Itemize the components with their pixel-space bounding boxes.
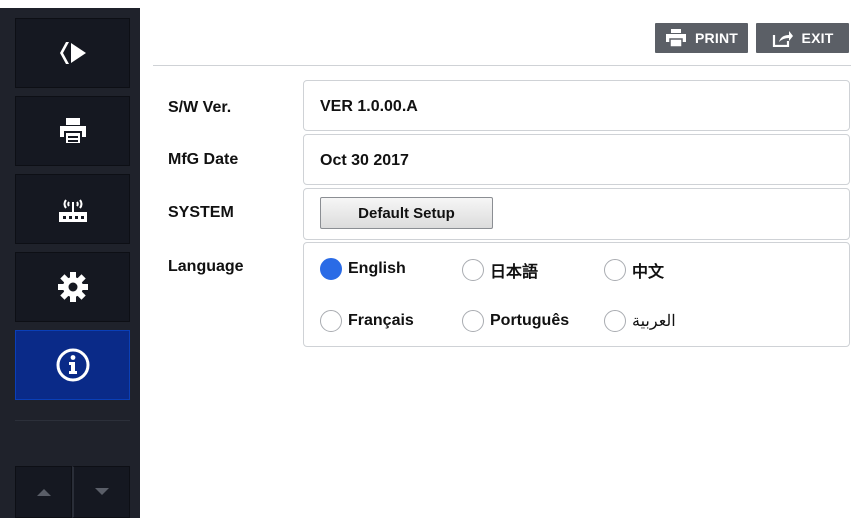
language-option-label: 日本語	[490, 264, 539, 281]
print-button[interactable]: PRINT	[655, 23, 748, 53]
default-setup-button[interactable]: Default Setup	[320, 197, 493, 229]
language-option-label: English	[348, 260, 406, 277]
logo-icon	[59, 42, 86, 64]
sidebar-item-network[interactable]	[15, 174, 130, 244]
scroll-up-button[interactable]	[15, 466, 72, 518]
gear-icon	[57, 272, 88, 302]
printer-icon	[59, 118, 86, 145]
top-frame	[0, 0, 853, 8]
printer-icon	[666, 29, 686, 47]
radio-icon	[462, 310, 484, 332]
language-option-label: 中文	[632, 264, 665, 281]
language-label: Language	[168, 258, 244, 275]
language-option-english[interactable]: English	[320, 258, 406, 280]
sw-version-label: S/W Ver.	[168, 99, 232, 116]
language-option-label: Français	[348, 312, 414, 329]
sidebar-item-print[interactable]	[15, 96, 130, 166]
sidebar-item-home[interactable]	[15, 18, 130, 88]
header-divider	[153, 65, 851, 66]
mfg-date-field: Oct 30 2017	[303, 134, 850, 185]
radio-selected-icon	[320, 258, 342, 280]
language-field: English 日本語 中文 Français Português العربي…	[303, 242, 850, 347]
sidebar-divider	[15, 420, 130, 421]
sw-version-field: VER 1.0.00.A	[303, 80, 850, 131]
language-option-portuguese[interactable]: Português	[462, 310, 569, 332]
radio-icon	[604, 259, 626, 281]
exit-button[interactable]: EXIT	[756, 23, 849, 53]
sidebar	[0, 8, 140, 518]
scroll-down-button[interactable]	[72, 466, 130, 518]
language-option-arabic[interactable]: العربية	[604, 310, 676, 332]
sidebar-item-settings[interactable]	[15, 252, 130, 322]
language-option-japanese[interactable]: 日本語	[462, 258, 538, 282]
system-field: Default Setup	[303, 188, 850, 240]
arrow-up-icon	[36, 489, 51, 496]
mfg-date-label: MfG Date	[168, 151, 239, 168]
radio-icon	[604, 310, 626, 332]
language-option-label: العربية	[632, 313, 676, 330]
sw-version-value: VER 1.0.00.A	[320, 98, 418, 115]
exit-icon	[772, 31, 793, 47]
language-option-french[interactable]: Français	[320, 310, 414, 332]
language-option-chinese[interactable]: 中文	[604, 258, 664, 282]
system-label: SYSTEM	[168, 204, 234, 221]
mfg-date-value: Oct 30 2017	[320, 152, 409, 169]
sidebar-scroll-controls	[15, 466, 130, 518]
sidebar-item-info[interactable]	[15, 330, 130, 400]
radio-icon	[462, 259, 484, 281]
print-label: PRINT	[695, 30, 738, 46]
language-option-label: Português	[490, 312, 570, 329]
radio-icon	[320, 310, 342, 332]
network-icon	[58, 199, 87, 222]
exit-label: EXIT	[801, 30, 834, 46]
info-icon	[56, 348, 89, 382]
arrow-down-icon	[94, 488, 109, 495]
main-panel: PRINT EXIT S/W Ver. VER 1.0.00.A MfG Dat…	[140, 8, 853, 518]
